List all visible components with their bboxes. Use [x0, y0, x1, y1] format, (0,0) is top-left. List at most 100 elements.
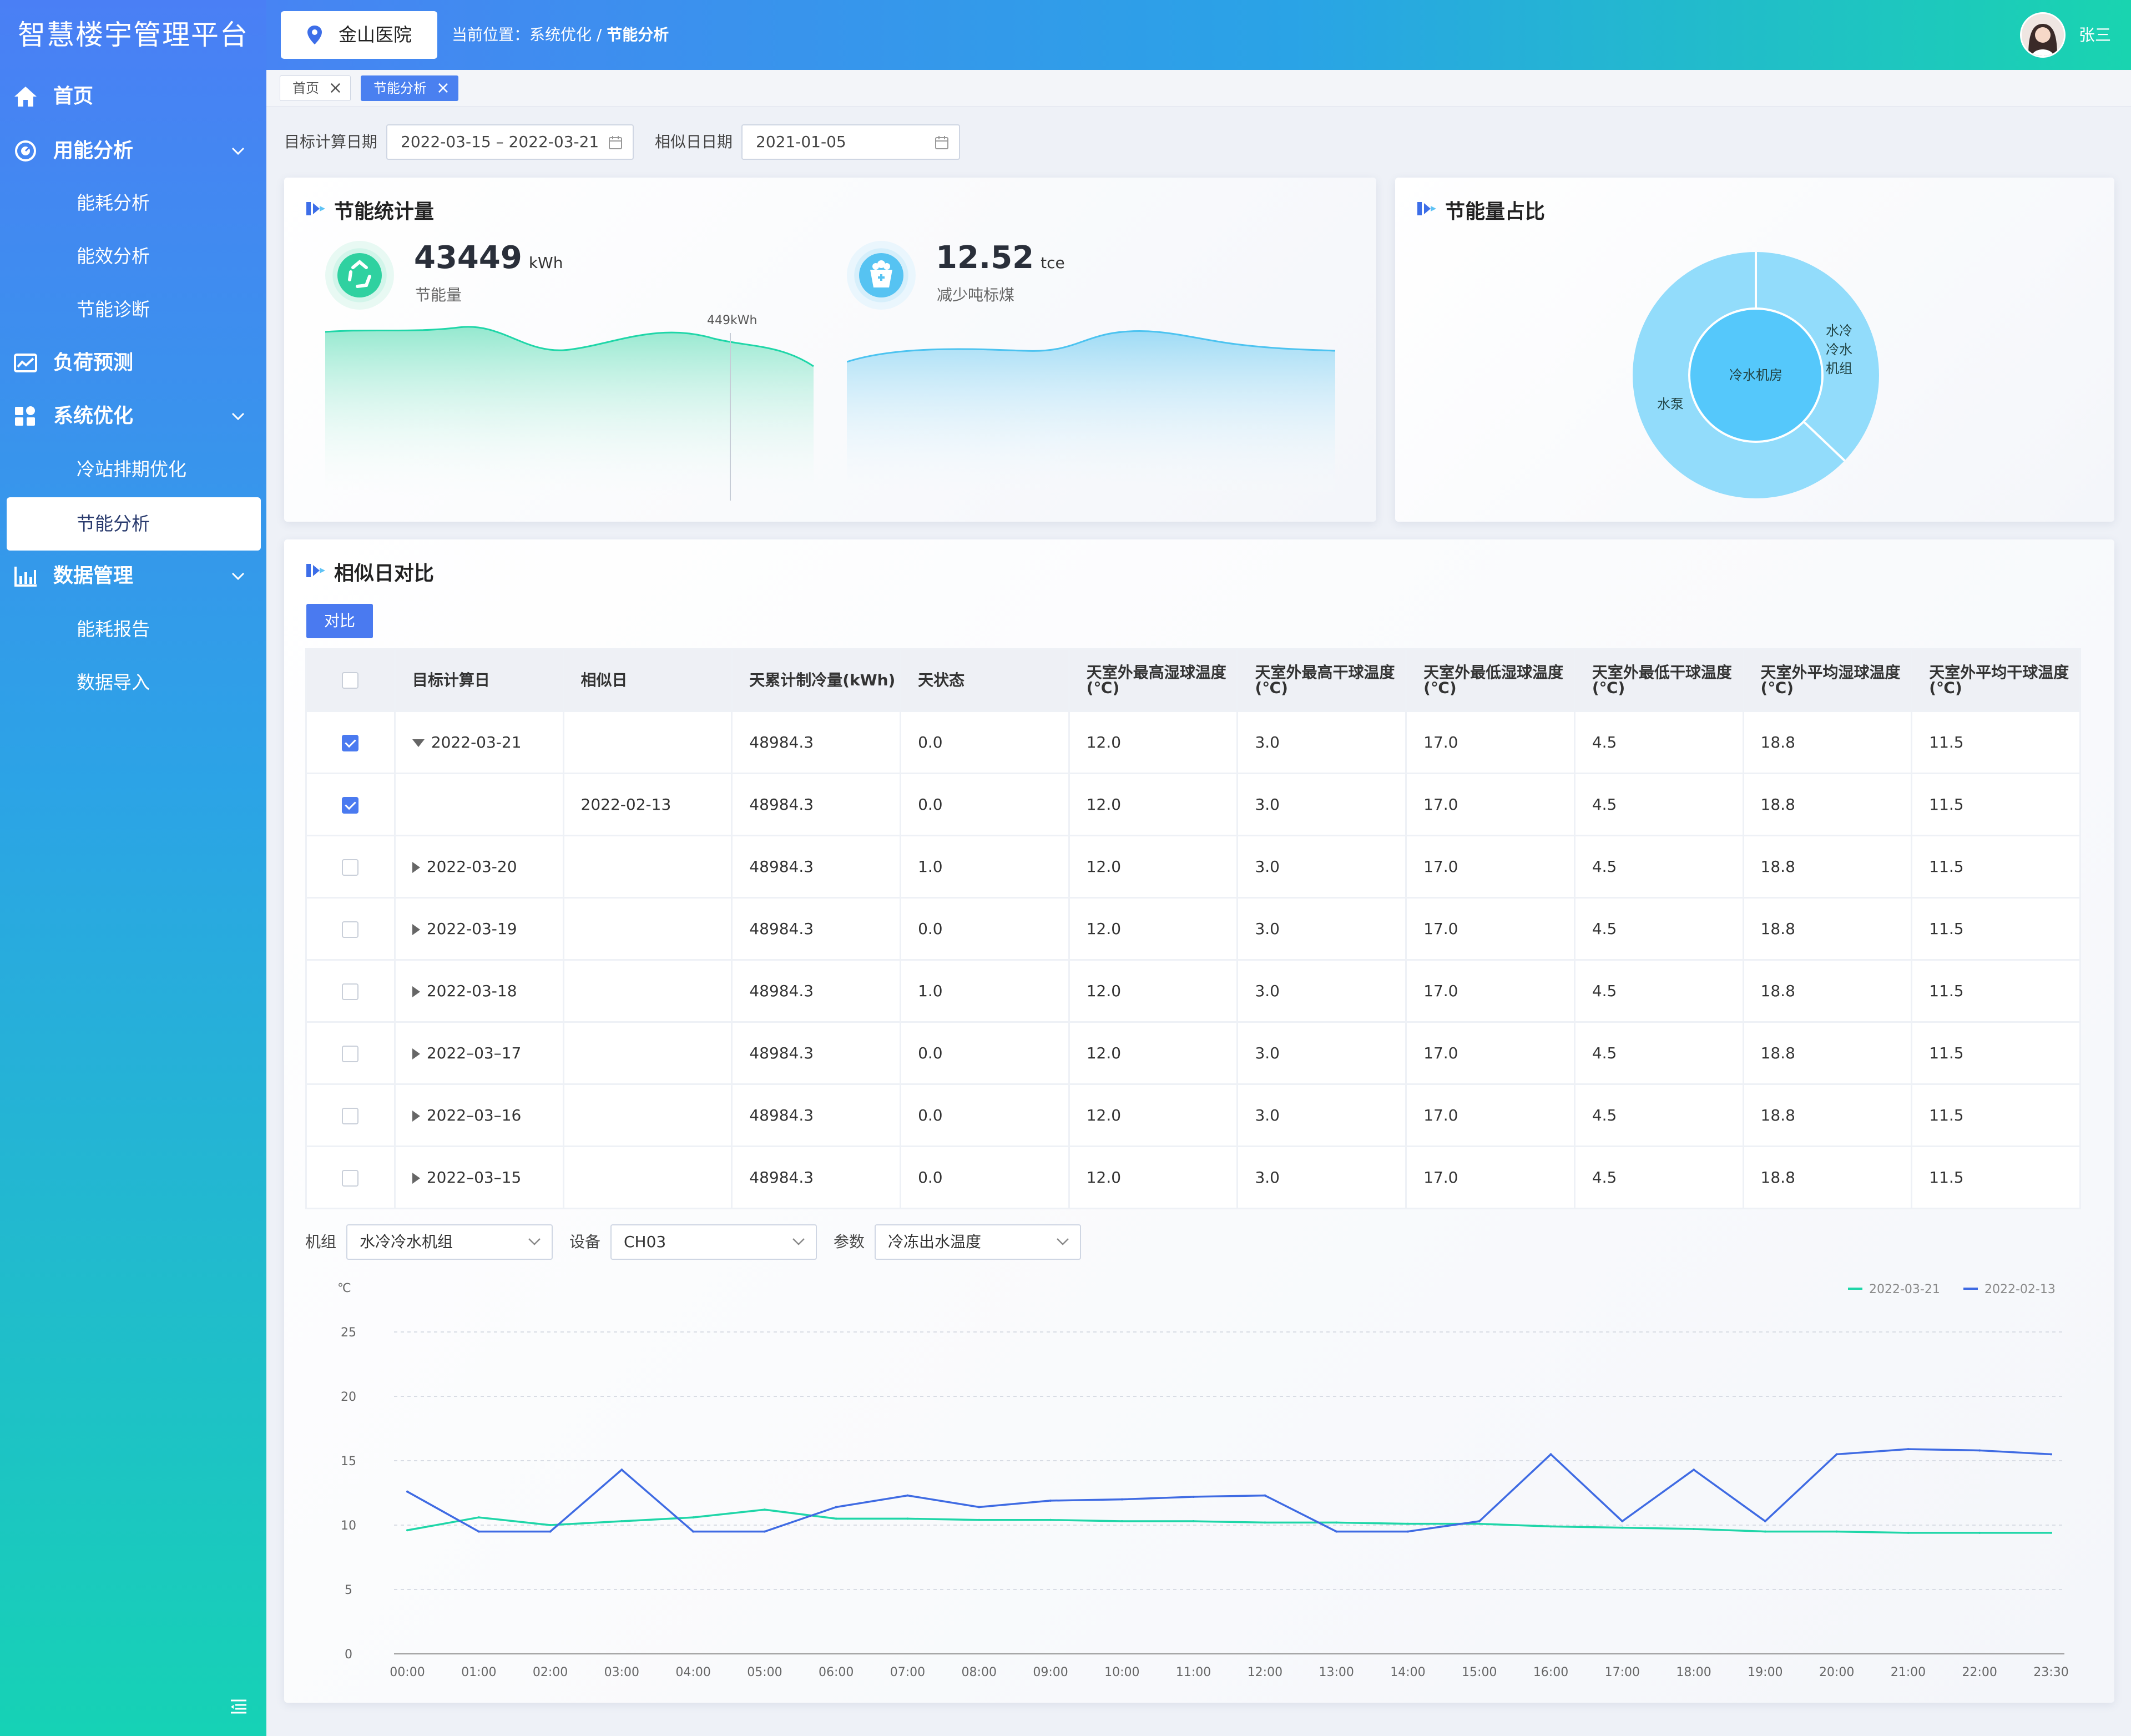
table-row[interactable]: 2022-02-13 48984.3 0.0 12.0 3.0 17.0 4.5 18.8 11…: [305, 773, 2081, 836]
x-tick-label: 13:00: [1319, 1666, 1354, 1679]
table-cell: 48984.3: [731, 1145, 902, 1209]
cell-value: 12.0: [1086, 857, 1122, 876]
data-point: [1264, 1521, 1266, 1524]
x-tick-label: 09:00: [1033, 1666, 1068, 1679]
col-header[interactable]: 天状态: [900, 648, 1070, 712]
table-row[interactable]: 2022-03-20 48984.3 1.0 12.0 3.0 17.0 4.5 18.8 11…: [305, 835, 2081, 899]
col-header[interactable]: 天室外最高湿球温度(℃): [1068, 648, 1239, 712]
col-header[interactable]: 目标计算日: [393, 648, 564, 712]
expand-triangle-icon[interactable]: [412, 1048, 420, 1059]
expand-triangle-icon[interactable]: [412, 862, 420, 873]
table-header-row: 目标计算日 相似日 天累计制冷量(kWh) 天状态 天室外最高湿球温度(℃) 天…: [305, 648, 2081, 712]
x-tick-label: 11:00: [1176, 1666, 1211, 1679]
table-cell: 17.0: [1405, 1021, 1575, 1085]
cell-value: 12.0: [1086, 1106, 1122, 1124]
close-icon[interactable]: ×: [329, 76, 342, 100]
sidebar-item-load-forecast[interactable]: 负荷预测: [0, 336, 266, 390]
col-header[interactable]: 天室外平均干球温度(℃): [1911, 648, 2081, 712]
sidebar-item-energy-diagnosis[interactable]: 节能诊断: [0, 283, 266, 336]
table-row[interactable]: 2022-03-21 48984.3 0.0 12.0 3.0 17.0 4.5 18.8 11…: [305, 710, 2081, 774]
expand-triangle-icon[interactable]: [412, 1173, 420, 1184]
select-all-cell: [305, 648, 396, 712]
row-checkbox[interactable]: [342, 797, 359, 814]
compare-button[interactable]: 对比: [306, 604, 373, 638]
col-header[interactable]: 相似日: [562, 648, 733, 712]
table-cell: 0.0: [900, 1145, 1070, 1209]
y-tick-label: 25: [341, 1326, 356, 1340]
row-checkbox[interactable]: [342, 1170, 359, 1187]
row-checkbox[interactable]: [342, 735, 359, 751]
energy-saving-value: 43449 kWh: [414, 240, 563, 276]
sidebar-item-energy-consumption[interactable]: 能耗分析: [0, 176, 266, 230]
coal-reduction-value: 12.52 tce: [936, 240, 1065, 276]
table-cell: 12.0: [1068, 710, 1239, 774]
sidebar-item-label: 冷站排期优化: [77, 458, 186, 480]
table-cell: 2022–03–17: [393, 1021, 564, 1085]
cell-value: 2022–03–17: [426, 1044, 522, 1062]
sidebar-item-energy-analysis[interactable]: 用能分析: [0, 124, 266, 178]
table-cell: 3.0: [1236, 1021, 1407, 1085]
chevron-down-icon: [231, 572, 245, 581]
table-cell: 11.5: [1911, 1145, 2081, 1209]
select-all-checkbox[interactable]: [342, 672, 359, 689]
top-bar: 金山医院 当前位置：系统优化 / 节能分析 张三: [266, 0, 2131, 70]
collapse-triangle-icon[interactable]: [412, 739, 425, 747]
similar-date-picker[interactable]: 2021-01-05: [741, 124, 960, 160]
row-checkbox[interactable]: [342, 921, 359, 938]
user-name[interactable]: 张三: [2079, 0, 2111, 70]
row-checkbox[interactable]: [342, 859, 359, 876]
table-row[interactable]: 2022–03–16 48984.3 0.0 12.0 3.0 17.0 4.5 18.8 11…: [305, 1083, 2081, 1147]
hospital-selector[interactable]: 金山医院: [281, 11, 437, 59]
tab-saving-analysis[interactable]: 节能分析 ×: [361, 75, 458, 101]
close-icon[interactable]: ×: [436, 76, 450, 100]
sidebar-item-system-optimization[interactable]: 系统优化: [0, 390, 266, 443]
hospital-name: 金山医院: [339, 24, 412, 46]
data-point: [1335, 1530, 1338, 1533]
table-row[interactable]: 2022-03-19 48984.3 0.0 12.0 3.0 17.0 4.5 18.8 11…: [305, 897, 2081, 961]
sidebar-item-cold-station[interactable]: 冷站排期优化: [0, 443, 266, 496]
row-checkbox[interactable]: [342, 1108, 359, 1124]
sidebar-item-energy-efficiency[interactable]: 能效分析: [0, 230, 266, 283]
group-select[interactable]: 水冷冷水机组: [346, 1224, 553, 1260]
sidebar-item-saving-analysis[interactable]: 节能分析: [7, 497, 261, 551]
data-point: [1264, 1494, 1266, 1497]
col-header[interactable]: 天累计制冷量(kWh): [731, 648, 902, 712]
cell-value: 3.0: [1255, 857, 1280, 876]
table-cell: 48984.3: [731, 773, 902, 836]
expand-triangle-icon[interactable]: [412, 924, 420, 935]
table-row[interactable]: 2022–03–15 48984.3 0.0 12.0 3.0 17.0 4.5 18.8 11…: [305, 1145, 2081, 1209]
expand-triangle-icon[interactable]: [412, 986, 420, 997]
col-header[interactable]: 天室外最低湿球温度(℃): [1405, 648, 1575, 712]
table-cell: 2022-03-19: [393, 897, 564, 961]
cell-value: 12.0: [1086, 733, 1122, 751]
sidebar-item-energy-report[interactable]: 能耗报告: [0, 603, 266, 656]
collapse-menu-icon[interactable]: [229, 1697, 249, 1716]
x-tick-label: 06:00: [819, 1666, 854, 1679]
avatar[interactable]: [2020, 12, 2066, 58]
col-header[interactable]: 天室外最高干球温度(℃): [1236, 648, 1407, 712]
data-point: [2050, 1453, 2052, 1456]
col-header[interactable]: 天室外平均湿球温度(℃): [1742, 648, 1913, 712]
target-date-range-picker[interactable]: 2022-03-15 – 2022-03-21: [386, 124, 634, 160]
row-checkbox[interactable]: [342, 983, 359, 1000]
cell-value: 11.5: [1929, 920, 1964, 938]
device-select[interactable]: CH03: [610, 1224, 817, 1260]
sidebar-item-data-management[interactable]: 数据管理: [0, 549, 266, 603]
x-tick-label: 01:00: [461, 1666, 496, 1679]
sidebar-item-home[interactable]: 首页: [0, 70, 266, 123]
row-checkbox[interactable]: [342, 1046, 359, 1062]
cell-value: 18.8: [1760, 1106, 1795, 1124]
table-row[interactable]: 2022–03–17 48984.3 0.0 12.0 3.0 17.0 4.5 18.8 11…: [305, 1021, 2081, 1085]
section-marker-icon: [1417, 202, 1436, 215]
sidebar-item-data-import[interactable]: 数据导入: [0, 656, 266, 709]
table-row[interactable]: 2022-03-18 48984.3 1.0 12.0 3.0 17.0 4.5 18.8 11…: [305, 959, 2081, 1023]
col-header[interactable]: 天室外最低干球温度(℃): [1573, 648, 1744, 712]
table-cell: 2022-03-18: [393, 959, 564, 1023]
table-cell: 17.0: [1405, 897, 1575, 961]
row-select-cell: [305, 773, 396, 836]
data-point: [1049, 1518, 1052, 1521]
expand-triangle-icon[interactable]: [412, 1111, 420, 1122]
param-select[interactable]: 冷冻出水温度: [875, 1224, 1081, 1260]
tab-home[interactable]: 首页 ×: [280, 75, 351, 101]
data-point: [1478, 1522, 1481, 1525]
